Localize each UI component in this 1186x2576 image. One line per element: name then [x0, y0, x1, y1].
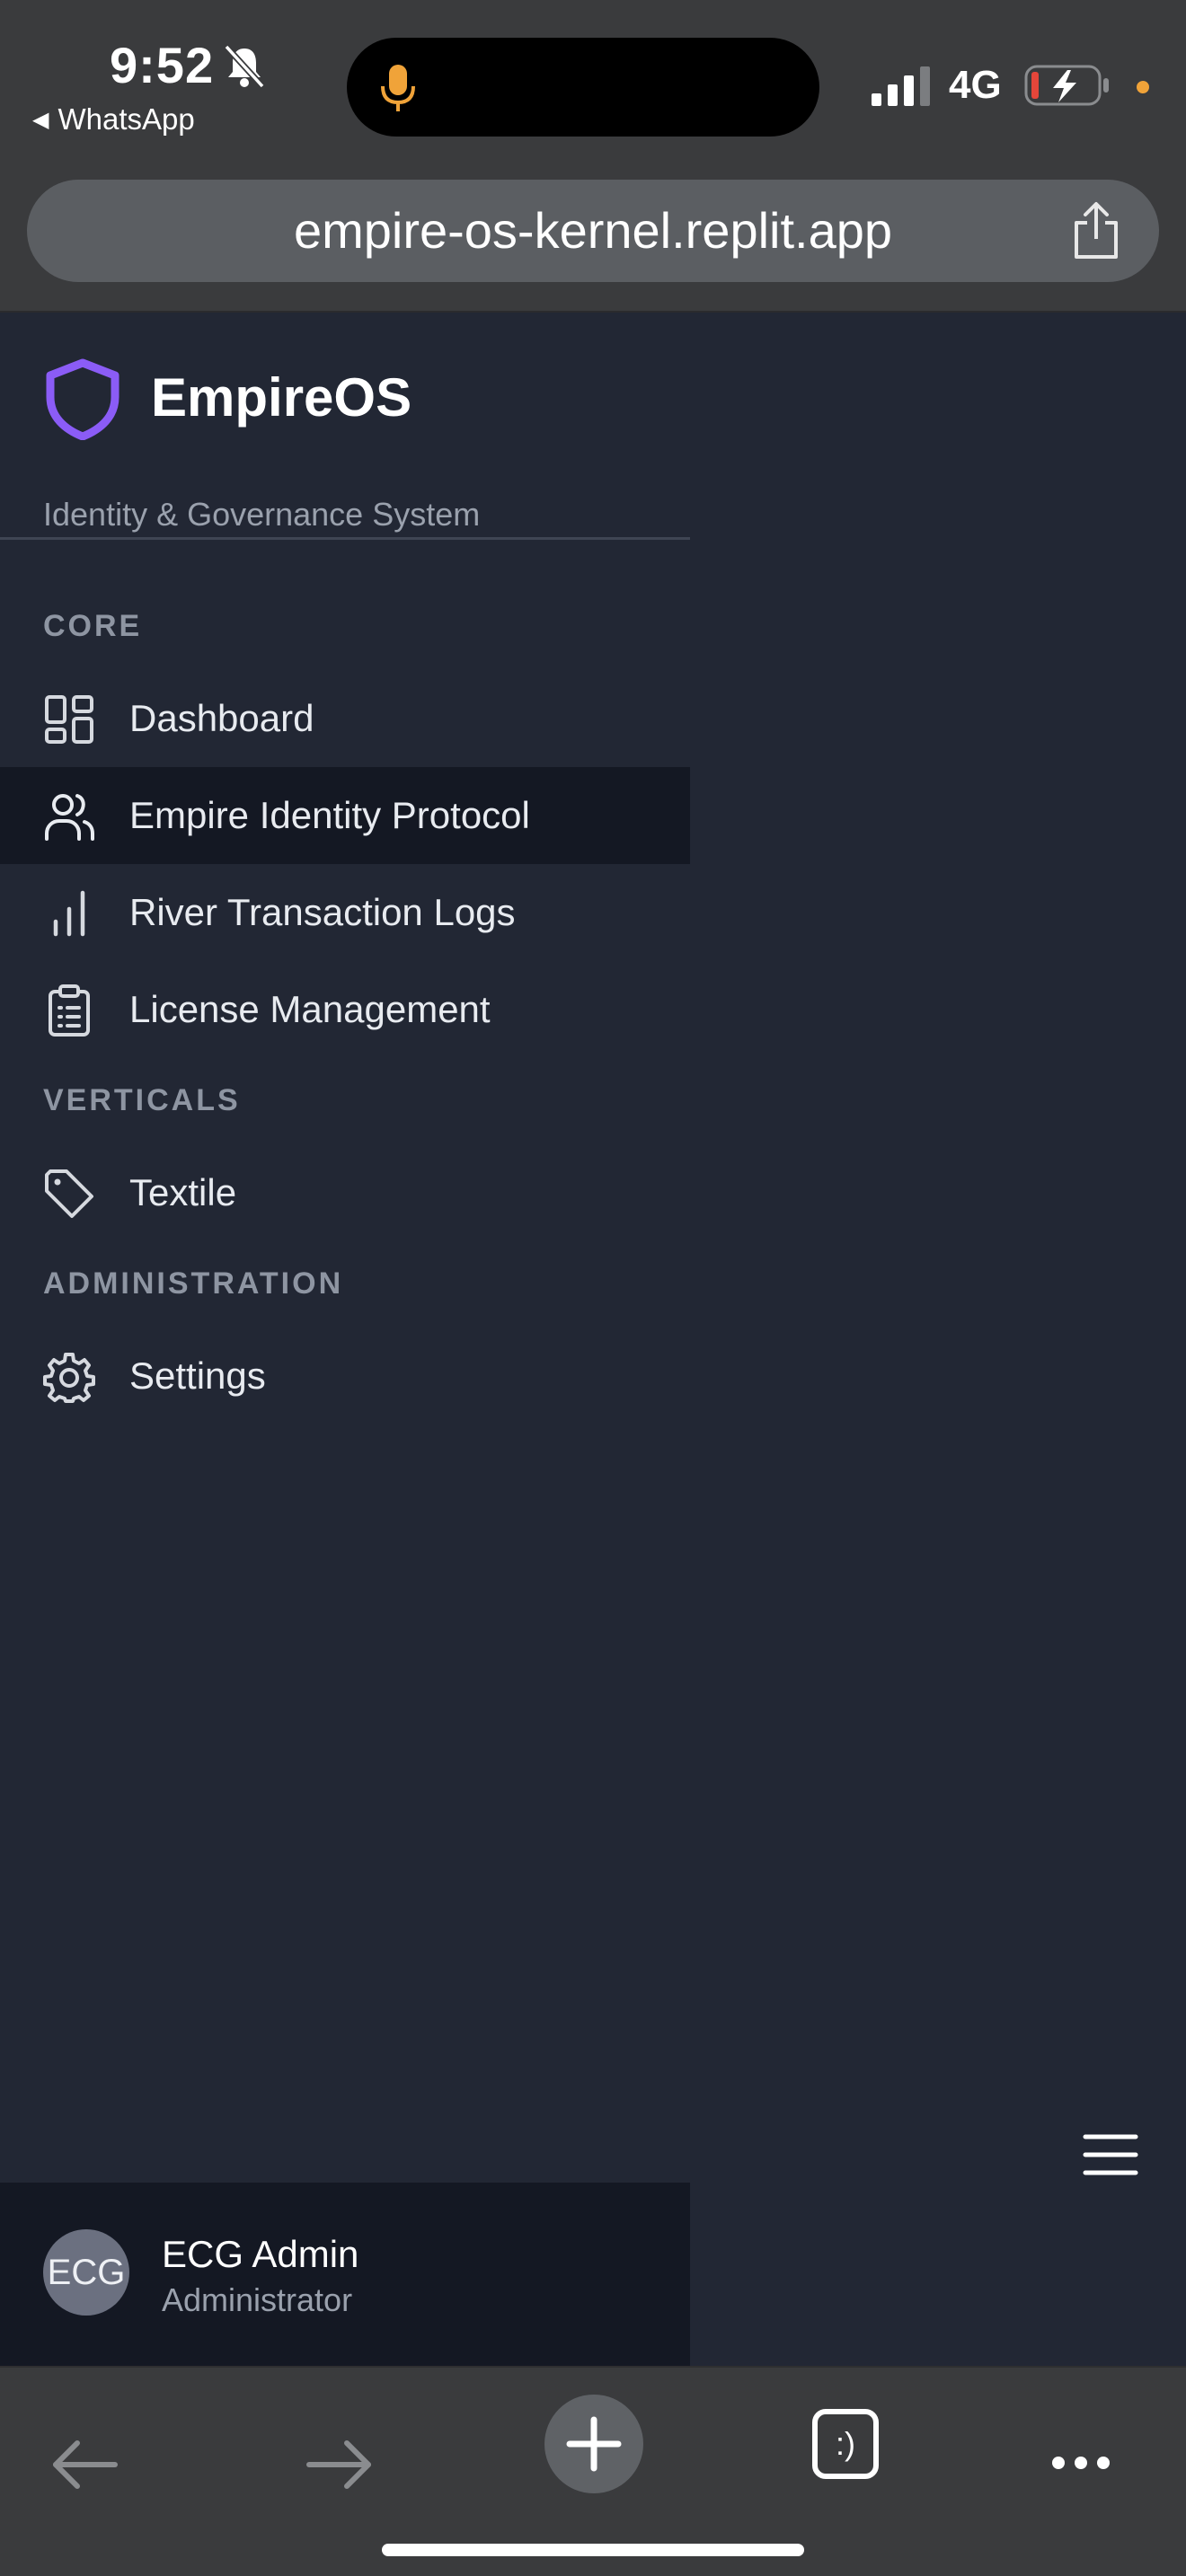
status-time: 9:52 — [110, 37, 215, 93]
users-icon — [45, 794, 94, 841]
sidebar-item-license-management[interactable]: License Management — [0, 961, 690, 1058]
back-to-app-link[interactable]: ◀ WhatsApp — [32, 102, 195, 137]
dashboard-icon — [45, 695, 93, 744]
address-bar[interactable]: empire-os-kernel.replit.app — [27, 180, 1159, 282]
shield-logo-icon — [46, 358, 119, 440]
tabs-label: :) — [836, 2425, 855, 2462]
url-text[interactable]: empire-os-kernel.replit.app — [27, 180, 1159, 282]
battery-charging-icon — [1024, 65, 1109, 106]
back-triangle-icon: ◀ — [32, 108, 49, 132]
new-tab-button[interactable] — [544, 2395, 643, 2493]
clipboard-icon — [49, 984, 90, 1037]
user-name: ECG Admin — [162, 2233, 359, 2275]
sidebar-item-settings[interactable]: Settings — [0, 1328, 690, 1425]
privacy-indicator-dot — [1137, 81, 1149, 93]
network-type: 4G — [949, 63, 1002, 107]
sidebar-item-river-transaction-logs[interactable]: River Transaction Logs — [0, 864, 690, 961]
dynamic-island — [347, 38, 819, 137]
brand-name: EmpireOS — [151, 367, 412, 428]
sidebar: EmpireOS Identity & Governance System CO… — [0, 314, 690, 2366]
user-profile[interactable]: ECG ECG Admin Administrator — [0, 2183, 690, 2366]
hamburger-menu-icon[interactable] — [1082, 2132, 1139, 2177]
back-app-label: WhatsApp — [58, 102, 195, 136]
sidebar-item-textile[interactable]: Textile — [0, 1144, 690, 1241]
sidebar-item-empire-identity-protocol[interactable]: Empire Identity Protocol — [0, 767, 690, 864]
brand-subtitle: Identity & Governance System — [43, 496, 481, 533]
browser-toolbar: :) — [0, 2366, 1186, 2576]
tag-icon — [45, 1169, 93, 1218]
section-title-core: CORE — [43, 609, 143, 643]
user-role: Administrator — [162, 2281, 353, 2318]
sidebar-item-label: License Management — [129, 988, 491, 1030]
home-indicator[interactable] — [382, 2544, 804, 2556]
sidebar-item-label: Dashboard — [129, 697, 314, 739]
gear-icon — [43, 1353, 95, 1403]
avatar: ECG — [43, 2229, 129, 2316]
microphone-icon — [381, 65, 415, 111]
browser-top-chrome: 9:52 ◀ WhatsApp 4G empire-os-kernel.repli… — [0, 0, 1186, 313]
section-title-verticals: VERTICALS — [43, 1083, 241, 1117]
section-title-administration: ADMINISTRATION — [43, 1266, 344, 1301]
brand: EmpireOS Identity & Governance System — [43, 357, 672, 533]
sidebar-item-label: Empire Identity Protocol — [129, 794, 530, 836]
silent-bell-icon — [224, 44, 265, 89]
sidebar-item-label: Settings — [129, 1354, 266, 1397]
divider — [0, 537, 690, 540]
forward-arrow-icon[interactable] — [289, 2405, 388, 2504]
plus-icon — [566, 2416, 622, 2472]
more-options-icon[interactable] — [1031, 2405, 1130, 2504]
share-icon[interactable] — [1069, 201, 1123, 260]
sidebar-item-dashboard[interactable]: Dashboard — [0, 670, 690, 767]
tabs-button[interactable]: :) — [796, 2395, 895, 2493]
sidebar-item-label: Textile — [129, 1171, 237, 1213]
back-arrow-icon[interactable] — [36, 2405, 135, 2504]
sidebar-item-label: River Transaction Logs — [129, 891, 516, 933]
cellular-signal-icon — [872, 66, 930, 106]
bar-chart-icon — [53, 890, 85, 937]
